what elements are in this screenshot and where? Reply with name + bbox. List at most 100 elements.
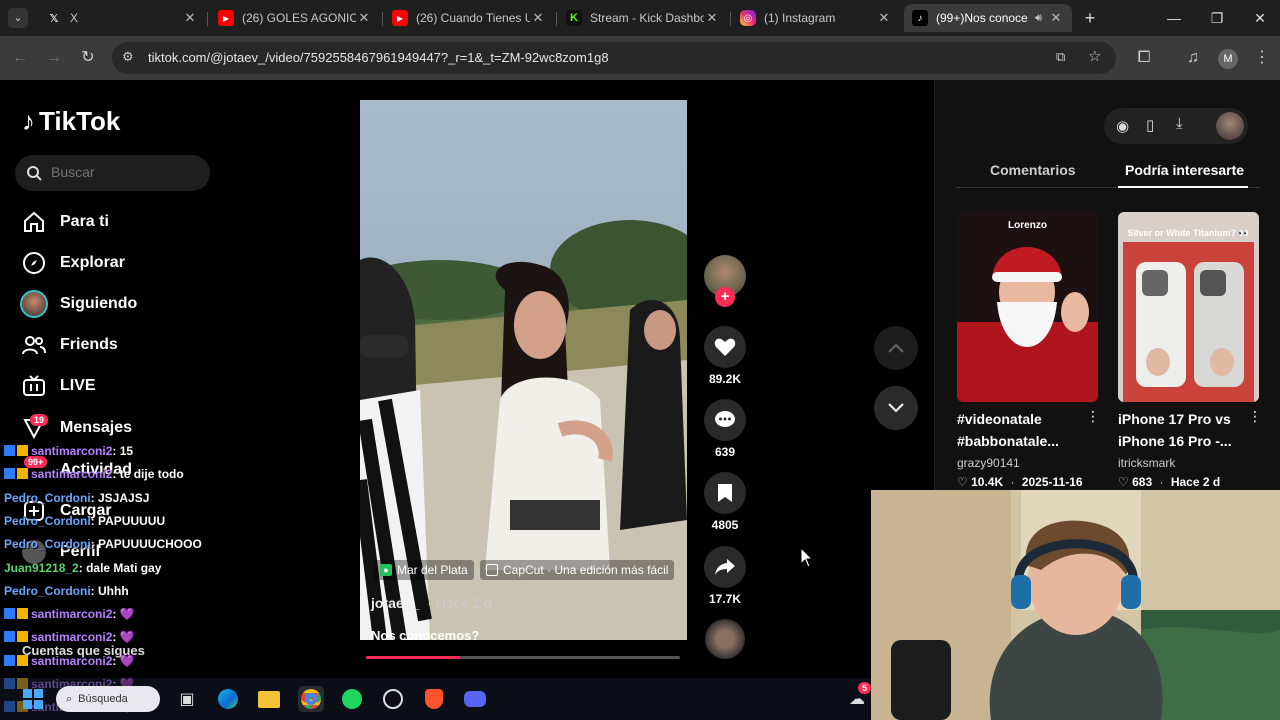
tab-instagram[interactable]: ◎ (1) Instagram ✕ — [732, 4, 900, 32]
tab-x[interactable]: 𝕏 X ✕ — [38, 4, 206, 32]
heart-icon — [704, 326, 746, 368]
comment-button[interactable]: 639 — [703, 399, 747, 459]
profile-avatar[interactable]: M — [1218, 49, 1238, 69]
location-tag[interactable]: ● Mar del Plata — [374, 560, 474, 580]
tab-tiktok[interactable]: ♪ (99+)Nos conoce 🔊︎ ✕ — [904, 4, 1072, 32]
edge-icon[interactable] — [215, 686, 241, 712]
new-tab-button[interactable]: + — [1080, 8, 1100, 28]
windows-logo-icon — [23, 689, 43, 709]
start-button[interactable] — [20, 686, 46, 712]
sound-disc-button[interactable] — [703, 619, 747, 659]
video-player[interactable] — [360, 100, 687, 640]
discord-icon[interactable] — [462, 686, 488, 712]
chat-username: santimarconi2 — [31, 444, 113, 458]
forward-button[interactable]: → — [44, 48, 64, 68]
close-icon[interactable]: ✕ — [356, 10, 372, 26]
more-options-icon[interactable]: ⋮ — [1248, 408, 1262, 425]
obs-icon[interactable] — [380, 686, 406, 712]
url-text[interactable]: tiktok.com/@jotaev_/video/75925584679619… — [148, 50, 609, 65]
tab-comentarios[interactable]: Comentarios — [990, 162, 1076, 178]
author-name[interactable]: jotaev_ — [371, 595, 419, 611]
close-icon[interactable]: ✕ — [704, 10, 720, 26]
heart-outline-icon: ♡ — [957, 475, 968, 489]
taskbar-search[interactable]: ⌕ Búsqueda — [56, 686, 160, 712]
save-button[interactable]: 4805 — [703, 472, 747, 532]
post-time: · Hace 2 d — [427, 595, 492, 611]
nav-para-ti[interactable]: Para ti — [20, 206, 109, 238]
tab-search-button[interactable]: ⌄ — [8, 8, 28, 28]
capcut-tag[interactable]: CapCut · Una edición más fácil — [480, 560, 675, 580]
chat-username: santimarconi2 — [31, 607, 113, 622]
tab-kick[interactable]: K Stream - Kick Dashbo ✕ — [558, 4, 728, 32]
bookmark-icon — [704, 472, 746, 514]
close-icon[interactable]: ✕ — [1048, 10, 1064, 26]
recommended-thumb-1[interactable]: Lorenzo — [957, 212, 1098, 402]
minimize-button[interactable]: — — [1164, 8, 1184, 28]
tiktok-logo[interactable]: ♪ TikTok — [22, 106, 120, 137]
close-icon[interactable]: ✕ — [530, 10, 546, 26]
nav-live[interactable]: LIVE — [20, 370, 96, 402]
user-avatar[interactable] — [1216, 112, 1244, 140]
share-count: 17.7K — [708, 592, 742, 606]
spotify-icon[interactable] — [339, 686, 365, 712]
bookmark-star-icon[interactable]: ☆ — [1088, 47, 1101, 65]
search-box[interactable] — [15, 155, 210, 191]
friends-icon — [20, 331, 48, 359]
share-button[interactable]: 17.7K — [703, 546, 747, 606]
recommended-title-1[interactable]: #videonatale #babbonatale... — [957, 408, 1087, 452]
chat-message: Pedro_Cordoni: JSJAJSJ — [4, 491, 149, 505]
nav-friends[interactable]: Friends — [20, 329, 118, 361]
browser-tab-bar: ⌄ 𝕏 X ✕ ▶ (26) GOLES AGONICOS ✕ ▶ (26) C… — [0, 0, 1280, 36]
recommended-author-1[interactable]: grazy90141 — [957, 456, 1020, 470]
nav-siguiendo[interactable]: Siguiendo — [20, 288, 137, 320]
compass-icon[interactable]: ◉ — [1116, 117, 1129, 135]
follow-plus-icon[interactable]: + — [715, 287, 735, 307]
maximize-button[interactable]: ❐ — [1207, 8, 1227, 28]
file-explorer-icon[interactable] — [256, 686, 282, 712]
tab-youtube-cuando[interactable]: ▶ (26) Cuando Tienes U ✕ — [384, 4, 554, 32]
close-icon[interactable]: ✕ — [876, 10, 892, 26]
chat-message: santimarconi2: te dije todo — [4, 467, 184, 481]
site-info-icon[interactable]: ⚙ — [122, 49, 134, 65]
download-icon[interactable]: ⤓ — [1176, 115, 1183, 132]
nav-label: LIVE — [60, 377, 96, 394]
logo-text: TikTok — [39, 106, 121, 136]
chat-text: : 💜 — [112, 630, 135, 645]
next-video-button[interactable] — [874, 386, 918, 430]
author-avatar-button[interactable]: + — [703, 255, 747, 307]
address-bar[interactable]: ⚙ tiktok.com/@jotaev_/video/759255846796… — [112, 42, 1116, 74]
media-controls-icon[interactable]: ♫ — [1183, 48, 1203, 68]
back-button[interactable]: ← — [10, 48, 30, 68]
search-input[interactable] — [51, 164, 201, 180]
close-window-button[interactable]: ✕ — [1250, 8, 1270, 28]
chat-text: : PAPUUUUU — [90, 513, 166, 528]
device-icon[interactable]: ▯ — [1146, 116, 1154, 134]
crown-badge-icon — [17, 608, 28, 620]
chat-text: : JSJAJSJ — [90, 490, 150, 505]
previous-video-button[interactable] — [874, 326, 918, 370]
install-app-icon[interactable]: ⧉ — [1056, 49, 1065, 65]
nav-explorar[interactable]: Explorar — [20, 247, 125, 279]
like-button[interactable]: 89.2K — [703, 326, 747, 386]
more-options-icon[interactable]: ⋮ — [1086, 408, 1100, 425]
recommended-thumb-2[interactable]: Silver or White Titanium? 👀 — [1118, 212, 1259, 402]
tiktok-note-icon: ♪ — [22, 106, 35, 136]
extensions-icon[interactable]: ⧠ — [1134, 48, 1154, 68]
menu-kebab-icon[interactable]: ⋮ — [1252, 48, 1272, 68]
tab-youtube-goles[interactable]: ▶ (26) GOLES AGONICOS ✕ — [210, 4, 380, 32]
tab-podria-interesarte[interactable]: Podría interesarte — [1125, 162, 1244, 178]
task-view-icon[interactable]: ▣ — [174, 686, 200, 712]
audio-playing-icon[interactable]: 🔊︎ — [1035, 12, 1042, 25]
video-progress-bar[interactable] — [366, 656, 680, 659]
chrome-icon[interactable] — [298, 686, 324, 712]
brave-icon[interactable] — [421, 686, 447, 712]
date: Hace 2 d — [1170, 475, 1221, 489]
chat-text: : 💜 — [112, 607, 135, 622]
reload-button[interactable]: ↻ — [78, 48, 98, 68]
close-icon[interactable]: ✕ — [182, 10, 198, 26]
recommended-author-2[interactable]: itricksmark — [1118, 456, 1175, 470]
recommended-title-2[interactable]: iPhone 17 Pro vs iPhone 16 Pro -... — [1118, 408, 1248, 452]
chat-message: santimarconi2: 💜 — [4, 607, 135, 621]
chat-username: Pedro_Cordoni — [4, 513, 91, 528]
nav-label: Para ti — [60, 213, 109, 230]
